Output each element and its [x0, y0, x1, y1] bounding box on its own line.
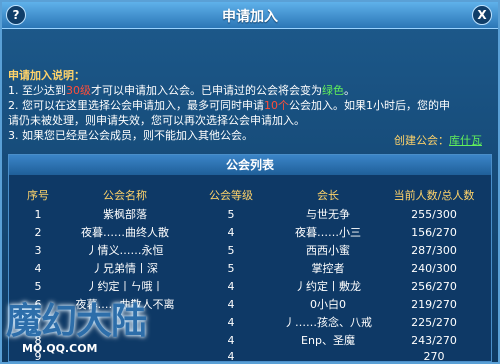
cell-members: 270 — [423, 350, 445, 362]
create-guild-label: 创建公会： — [394, 134, 449, 147]
col-leader-header[interactable]: 会长 — [279, 185, 377, 205]
cell-level: 4 — [227, 297, 235, 311]
max-apply-count: 10个 — [264, 99, 289, 112]
guild-apply-window: ? 申请加入 X 申请加入说明： 1. 至少达到30级才可以申请加入公会。已申请… — [0, 0, 500, 364]
table-row[interactable]: 1 紫枫部落 5 与世无争 255/300 — [9, 205, 491, 223]
cell-level: 4 — [227, 225, 235, 239]
cell-leader: 丿……孩念、八戒 — [284, 316, 372, 329]
instruction-text: 。 — [344, 84, 355, 97]
create-guild-link[interactable]: 库什瓦 — [449, 134, 482, 147]
create-guild: 创建公会：库什瓦 — [394, 132, 482, 148]
col-index-header[interactable]: 序号 — [9, 185, 67, 205]
cell-members: 156/270 — [411, 225, 457, 239]
cell-index: 1 — [34, 207, 42, 221]
cell-level: 5 — [227, 261, 235, 275]
cell-level: 4 — [227, 350, 235, 362]
cell-leader: 0小白0 — [310, 298, 346, 311]
table-row[interactable]: 4 丿兄弟情丨深 5 掌控者 240/300 — [9, 259, 491, 277]
cell-index: 2 — [34, 225, 42, 239]
cell-members: 243/270 — [411, 333, 457, 347]
cell-leader: 掌控者 — [311, 262, 345, 275]
table-row[interactable]: 3 丿情义……永恒 5 西西小蜜 287/300 — [9, 241, 491, 259]
cell-index: 3 — [34, 243, 42, 257]
watermark-url: MO.QQ.COM — [22, 342, 98, 355]
cell-level: 5 — [227, 243, 235, 257]
guild-list-title: 公会列表 — [9, 155, 491, 175]
instruction-text: 2. 您可以在这里选择公会申请加入，最多可同时申请 — [8, 99, 264, 112]
cell-name: 丿兄弟情丨深 — [92, 262, 158, 275]
cell-members: 219/270 — [411, 297, 457, 311]
close-button[interactable]: X — [472, 5, 492, 25]
table-header-row: 序号 公会名称 公会等级 会长 当前人数/总人数 — [9, 185, 491, 205]
applied-color-label: 绿色 — [322, 84, 344, 97]
level-requirement: 30级 — [66, 84, 91, 97]
cell-level: 4 — [227, 279, 235, 293]
instruction-text: 公会加入。如果1小时后，您的申 — [289, 99, 450, 112]
instruction-text: 才可以申请加入公会。已申请过的公会将会变为 — [91, 84, 322, 97]
instruction-text: 1. 至少达到 — [8, 84, 66, 97]
cell-members: 255/300 — [411, 207, 457, 221]
site-watermark-logo: 魔幻大陆 MO.QQ.COM — [6, 282, 156, 362]
cell-members: 287/300 — [411, 243, 457, 257]
col-name-header[interactable]: 公会名称 — [67, 185, 183, 205]
cell-name: 夜暮……曲终人散 — [81, 226, 169, 239]
instruction-line-2: 2. 您可以在这里选择公会申请加入，最多可同时申请10个公会加入。如果1小时后，… — [8, 98, 492, 113]
instruction-line-3: 请仍未被处理，则申请失效，您可以再次选择公会申请加入。 — [8, 114, 305, 127]
col-members-header[interactable]: 当前人数/总人数 — [377, 185, 491, 205]
table-row[interactable]: 2 夜暮……曲终人散 4 夜暮……小三 156/270 — [9, 223, 491, 241]
cell-level: 4 — [227, 315, 235, 329]
cell-index: 4 — [34, 261, 42, 275]
cell-name: 紫枫部落 — [103, 208, 147, 221]
cell-level: 5 — [227, 207, 235, 221]
cell-leader: 夜暮……小三 — [295, 226, 361, 239]
cell-leader: Enp、圣魔 — [301, 334, 355, 347]
window-title: 申请加入 — [222, 9, 278, 25]
cell-level: 4 — [227, 333, 235, 347]
cell-members: 240/300 — [411, 261, 457, 275]
col-level-header[interactable]: 公会等级 — [183, 185, 279, 205]
cell-members: 256/270 — [411, 279, 457, 293]
watermark-title: 魔幻大陆 — [6, 301, 147, 342]
cell-name: 丿情义……永恒 — [86, 244, 164, 257]
cell-members: 225/270 — [411, 315, 457, 329]
cell-leader: 丿约定丨敷龙 — [295, 280, 361, 293]
instruction-line-1: 1. 至少达到30级才可以申请加入公会。已申请过的公会将会变为绿色。 — [8, 83, 492, 98]
cell-leader: 与世无争 — [306, 208, 350, 221]
cell-leader — [279, 349, 377, 361]
cell-leader: 西西小蜜 — [306, 244, 350, 257]
instructions-heading: 申请加入说明： — [8, 69, 85, 82]
title-bar: ? 申请加入 X — [2, 2, 498, 29]
